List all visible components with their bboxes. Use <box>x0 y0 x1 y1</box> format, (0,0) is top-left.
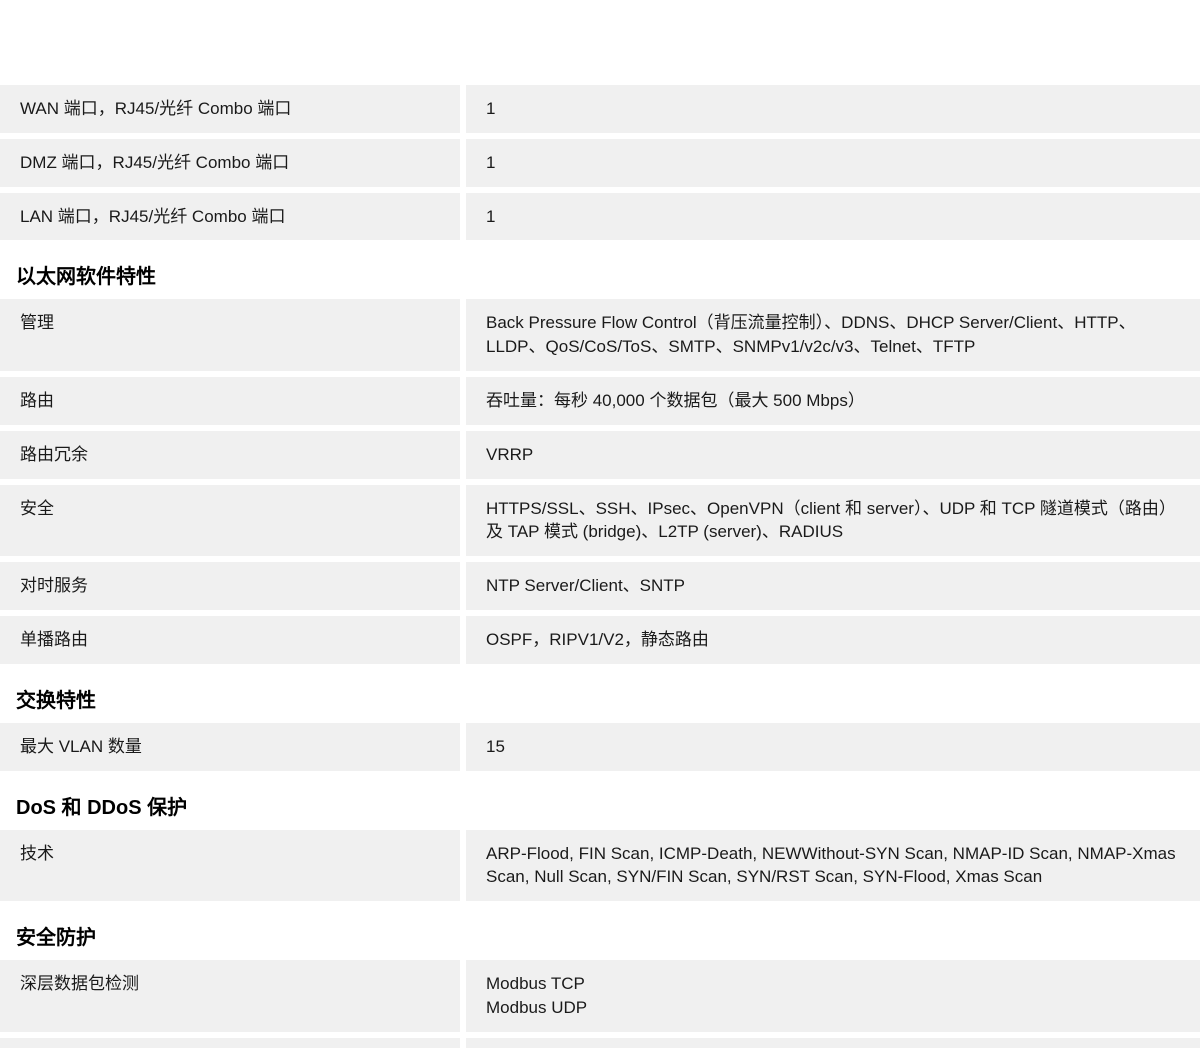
spec-label: 单播路由 <box>0 616 460 664</box>
spec-value: OSPF，RIPV1/V2，静态路由 <box>466 616 1200 664</box>
spec-row: 技术ARP-Flood, FIN Scan, ICMP-Death, NEWWi… <box>0 830 1200 902</box>
spec-value: ARP-Flood, FIN Scan, ICMP-Death, NEWWith… <box>466 830 1200 902</box>
spec-label: 技术 <box>0 830 460 902</box>
spec-container: WAN 端口，RJ45/光纤 Combo 端口1DMZ 端口，RJ45/光纤 C… <box>0 85 1200 1048</box>
spec-row: 最大 VLAN 数量15 <box>0 723 1200 771</box>
spec-value: 1 <box>466 85 1200 133</box>
partial-row <box>0 1038 1200 1048</box>
spec-value <box>466 1038 1200 1048</box>
section-title: 以太网软件特性 <box>0 246 1200 299</box>
section-title: DoS 和 DDoS 保护 <box>0 777 1200 830</box>
spec-row: 深层数据包检测Modbus TCP Modbus UDP <box>0 960 1200 1032</box>
spec-value: NTP Server/Client、SNTP <box>466 562 1200 610</box>
spec-label: DMZ 端口，RJ45/光纤 Combo 端口 <box>0 139 460 187</box>
spec-row: LAN 端口，RJ45/光纤 Combo 端口1 <box>0 193 1200 241</box>
spec-label <box>0 1038 460 1048</box>
spec-value: VRRP <box>466 431 1200 479</box>
spec-value: Back Pressure Flow Control（背压流量控制）、DDNS、… <box>466 299 1200 371</box>
spec-value: 吞吐量：每秒 40,000 个数据包（最大 500 Mbps） <box>466 377 1200 425</box>
spec-value: HTTPS/SSL、SSH、IPsec、OpenVPN（client 和 ser… <box>466 485 1200 557</box>
spec-label: 最大 VLAN 数量 <box>0 723 460 771</box>
spec-label: LAN 端口，RJ45/光纤 Combo 端口 <box>0 193 460 241</box>
spec-row: DMZ 端口，RJ45/光纤 Combo 端口1 <box>0 139 1200 187</box>
spec-row: 安全HTTPS/SSL、SSH、IPsec、OpenVPN（client 和 s… <box>0 485 1200 557</box>
spec-value: Modbus TCP Modbus UDP <box>466 960 1200 1032</box>
spec-row: 管理Back Pressure Flow Control（背压流量控制）、DDN… <box>0 299 1200 371</box>
spec-label: WAN 端口，RJ45/光纤 Combo 端口 <box>0 85 460 133</box>
spec-value: 1 <box>466 139 1200 187</box>
spec-row: 路由冗余VRRP <box>0 431 1200 479</box>
spec-label: 安全 <box>0 485 460 557</box>
spec-label: 管理 <box>0 299 460 371</box>
spec-row: WAN 端口，RJ45/光纤 Combo 端口1 <box>0 85 1200 133</box>
spec-label: 对时服务 <box>0 562 460 610</box>
spec-label: 深层数据包检测 <box>0 960 460 1032</box>
section-title: 交换特性 <box>0 670 1200 723</box>
spec-row: 路由吞吐量：每秒 40,000 个数据包（最大 500 Mbps） <box>0 377 1200 425</box>
spec-label: 路由冗余 <box>0 431 460 479</box>
spec-value: 15 <box>466 723 1200 771</box>
spec-value: 1 <box>466 193 1200 241</box>
spec-row: 对时服务NTP Server/Client、SNTP <box>0 562 1200 610</box>
spec-row: 单播路由OSPF，RIPV1/V2，静态路由 <box>0 616 1200 664</box>
section-title: 安全防护 <box>0 907 1200 960</box>
spec-label: 路由 <box>0 377 460 425</box>
